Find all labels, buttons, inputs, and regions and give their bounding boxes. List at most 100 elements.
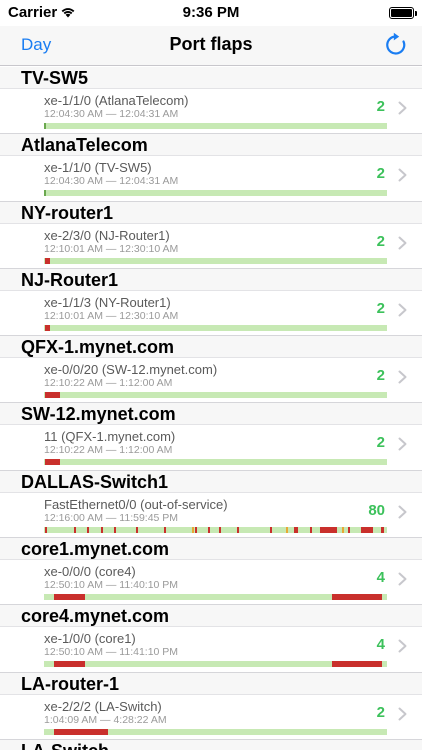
device-section: DALLAS-Switch1 FastEthernet0/0 (out-of-s… [0,470,422,539]
time-range: 12:04:30 AM — 12:04:31 AM [44,108,179,120]
port-flap-row[interactable]: 11 (QFX-1.mynet.com) 12:10:22 AM — 1:12:… [0,425,422,471]
flap-segment [294,526,299,533]
port-flap-row[interactable]: xe-1/1/0 (TV-SW5) 12:04:30 AM — 12:04:31… [0,156,422,202]
flap-segment [361,526,374,533]
port-label: xe-1/0/0 (core1) [44,631,136,647]
flap-segment [54,661,86,668]
time-range: 12:04:30 AM — 12:04:31 AM [44,175,179,188]
page-title: Port flaps [169,34,253,54]
port-label: xe-2/3/0 (NJ-Router1) [44,227,170,243]
device-name-header: QFX-1.mynet.com [0,336,422,359]
flap-segment [381,526,384,533]
status-bar: Carrier 9:36 PM [0,0,422,26]
flap-segment [207,526,210,533]
port-label: xe-1/1/0 (AtlanaTelecom) [44,93,189,108]
device-section: core4.mynet.com xe-1/0/0 (core1) 12:50:1… [0,605,422,673]
device-name-header: SW-12.mynet.com [0,403,422,426]
time-range: 12:10:22 AM — 1:12:00 AM [44,444,173,457]
device-section: AtlanaTelecom xe-1/1/0 (TV-SW5) 12:04:30… [0,134,422,202]
flap-timeline-bar [44,190,387,197]
flap-segment [236,526,239,533]
port-label: xe-0/0/20 (SW-12.mynet.com) [44,362,218,378]
port-flap-row[interactable]: xe-1/1/0 (AtlanaTelecom) 12:04:30 AM — 1… [0,89,422,135]
flap-segment [332,594,382,601]
port-flap-row[interactable]: xe-2/2/2 (LA-Switch) 1:04:09 AM — 4:28:2… [0,694,422,740]
device-name-header: NY-router1 [0,201,422,224]
port-label: 11 (QFX-1.mynet.com) [44,429,176,445]
flap-segment [54,728,109,735]
chevron-right-icon [398,572,407,586]
port-flap-row[interactable]: xe-0/0/0 (core4) 12:50:10 AM — 11:40:10 … [0,560,422,606]
flap-count: 2 [376,434,385,452]
device-section: QFX-1.mynet.com xe-0/0/20 (SW-12.mynet.c… [0,336,422,404]
port-flap-row[interactable]: FastEthernet0/0 (out-of-service) 12:16:0… [0,492,422,539]
flap-segment [332,661,382,668]
port-label: xe-1/1/3 (NY-Router1) [44,294,171,310]
flap-count: 2 [376,232,385,250]
flap-segment [45,459,61,466]
port-label: xe-0/0/0 (core4) [44,564,136,580]
port-label: xe-2/2/2 (LA-Switch) [44,698,162,714]
flap-count: 2 [376,299,385,317]
time-range: 12:16:00 AM — 11:59:45 PM [44,511,179,524]
port-label: xe-1/1/0 (TV-SW5) [44,160,152,176]
port-flap-row[interactable]: xe-1/1/3 (NY-Router1) 12:10:01 AM — 12:3… [0,290,422,337]
time-range: 12:10:22 AM — 1:12:00 AM [44,377,173,390]
flap-segment [45,324,50,331]
battery-icon [389,7,417,19]
flap-timeline-bar [44,594,387,601]
flap-segment [270,526,273,533]
flap-timeline-bar [44,459,387,466]
flap-count: 80 [368,501,385,519]
device-section: core1.mynet.com xe-0/0/0 (core4) 12:50:1… [0,538,422,606]
time-range: 12:50:10 AM — 11:40:10 PM [44,579,179,592]
device-section: SW-12.mynet.com 11 (QFX-1.mynet.com) 12:… [0,403,422,471]
flap-timeline-bar [44,123,387,129]
flap-count: 4 [376,569,385,587]
flap-segment [114,526,117,533]
port-label: FastEthernet0/0 (out-of-service) [44,496,228,512]
flap-timeline-bar [44,526,387,533]
chevron-right-icon [398,101,407,115]
flap-segment [194,526,197,533]
status-time: 9:36 PM [182,4,240,21]
flap-count: 4 [376,636,385,654]
flap-segment [310,526,313,533]
flap-timeline-bar [44,257,387,264]
time-range: 1:04:09 AM — 4:28:22 AM [44,713,167,726]
flap-segment [218,526,221,533]
flap-segment [86,526,89,533]
flap-segment [192,526,195,533]
chevron-right-icon [398,236,407,250]
device-name-header: LA-Switch [0,739,422,750]
device-name-header: LA-router-1 [0,672,422,695]
flap-segment [45,392,61,399]
port-flap-row[interactable]: xe-1/0/0 (core1) 12:50:10 AM — 11:41:10 … [0,627,422,673]
chevron-right-icon [398,437,407,451]
flap-timeline-bar [44,324,387,331]
device-name-header: NJ-Router1 [0,268,422,291]
flap-count: 2 [376,98,385,115]
chevron-right-icon [398,168,407,182]
device-section: LA-router-1 xe-2/2/2 (LA-Switch) 1:04:09… [0,672,422,740]
flap-segment [100,526,103,533]
flap-count: 2 [376,165,385,183]
device-section: NY-router1 xe-2/3/0 (NJ-Router1) 12:10:0… [0,201,422,269]
port-flap-row[interactable]: xe-2/3/0 (NJ-Router1) 12:10:01 AM — 12:3… [0,223,422,269]
device-name-header: DALLAS-Switch1 [0,470,422,493]
flap-segment [342,526,345,533]
flap-timeline-bar [44,661,387,668]
port-flap-row[interactable]: xe-0/0/20 (SW-12.mynet.com) 12:10:22 AM … [0,358,422,404]
flap-segment [44,123,47,129]
chevron-right-icon [398,639,407,653]
flap-segment [348,526,351,533]
refresh-icon[interactable] [382,31,410,59]
navigation-bar: Day Port flaps [0,26,422,66]
device-name-header: core1.mynet.com [0,538,422,561]
chevron-right-icon [398,707,407,721]
flap-count: 2 [376,367,385,385]
port-flap-list: TV-SW5 xe-1/1/0 (AtlanaTelecom) 12:04:30… [0,67,422,750]
flap-segment [54,594,86,601]
flap-segment [45,526,48,533]
flap-segment [285,526,288,533]
